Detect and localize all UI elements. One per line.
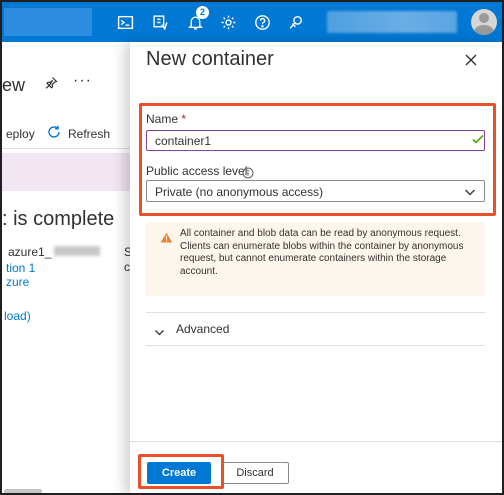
warning-text: All container and blob data can be read …	[180, 228, 464, 277]
warning-icon	[160, 230, 173, 243]
toolbar-divider	[2, 148, 130, 149]
discard-button[interactable]: Discard	[221, 462, 289, 484]
notification-count-badge: 2	[196, 6, 209, 19]
refresh-icon[interactable]	[46, 124, 62, 140]
advanced-divider-bottom	[146, 345, 485, 346]
deployment-status-heading: : is complete	[2, 208, 115, 230]
redeploy-button[interactable]: eploy	[6, 127, 35, 141]
close-icon[interactable]	[463, 52, 479, 68]
cloud-shell-icon[interactable]	[113, 10, 137, 34]
form-highlight-box	[139, 103, 496, 216]
screenshot-frame: 2 ew ··· eploy Refresh : is complete azu…	[0, 0, 504, 495]
feedback-icon[interactable]	[284, 10, 308, 34]
pin-icon[interactable]	[44, 76, 58, 90]
panel-title: New container	[146, 48, 274, 70]
page-title-fragment: ew	[2, 75, 26, 95]
warning-message: All container and blob data can be read …	[146, 222, 485, 296]
footer-divider	[130, 441, 502, 442]
global-search-box[interactable]	[4, 8, 92, 36]
deployment-name: azure1_	[8, 245, 52, 259]
refresh-button[interactable]: Refresh	[68, 127, 110, 141]
more-options-icon[interactable]: ···	[73, 72, 92, 90]
advanced-section-toggle[interactable]: Advanced	[146, 315, 485, 345]
subscription-link[interactable]: tion 1	[6, 261, 35, 275]
account-info-blurred[interactable]	[327, 11, 457, 33]
horizontal-scrollbar[interactable]	[4, 489, 42, 493]
settings-icon[interactable]	[216, 10, 240, 34]
download-link[interactable]: load)	[4, 309, 31, 323]
chevron-down-icon	[154, 325, 165, 336]
create-highlight-box	[138, 454, 224, 489]
resource-group-link[interactable]: zure	[6, 275, 29, 289]
advanced-label: Advanced	[176, 322, 230, 336]
avatar[interactable]	[471, 9, 497, 35]
portal-top-bar: 2	[2, 2, 502, 42]
redacted-text	[54, 246, 100, 256]
advanced-divider-top	[146, 312, 485, 313]
directory-filter-icon[interactable]	[148, 10, 172, 34]
status-banner	[2, 153, 130, 191]
background-page: ew ··· eploy Refresh : is complete azure…	[2, 42, 132, 493]
help-icon[interactable]	[250, 10, 274, 34]
notifications-icon[interactable]: 2	[183, 6, 209, 34]
